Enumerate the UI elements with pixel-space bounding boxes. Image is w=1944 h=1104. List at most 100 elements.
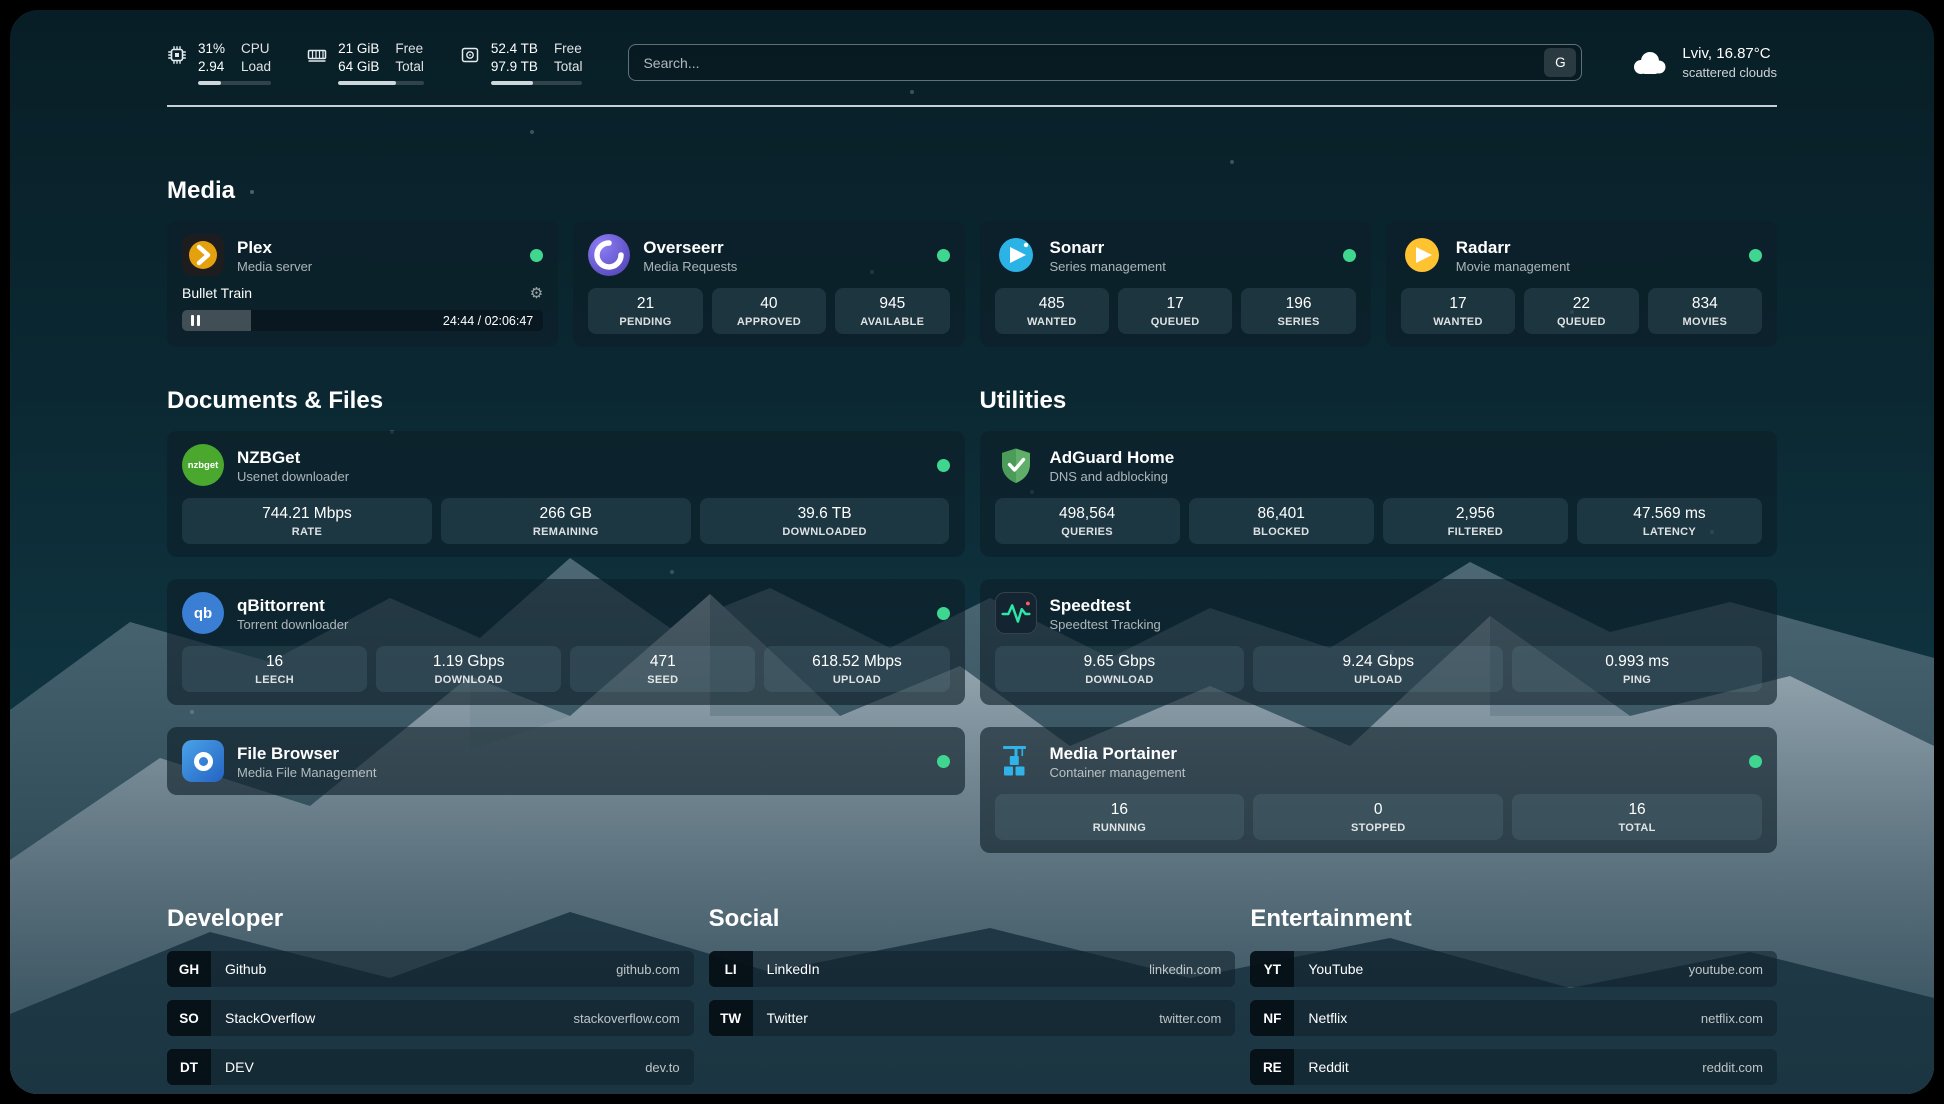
stat-box: 39.6 TB DOWNLOADED (700, 498, 950, 544)
service-card-speedtest[interactable]: Speedtest Speedtest Tracking 9.65 Gbps D… (980, 579, 1778, 705)
stat-value: 744.21 Mbps (186, 505, 428, 523)
pause-icon[interactable] (191, 315, 200, 326)
service-name: AdGuard Home (1050, 447, 1175, 468)
stat-box: 1.19 Gbps DOWNLOAD (376, 646, 561, 692)
stat-label: WANTED (1405, 316, 1511, 328)
bookmark-twitter[interactable]: TW Twitter twitter.com (709, 1000, 1236, 1036)
resource-widgets: 31% CPU 2.94 Load 21 GiB (167, 40, 582, 85)
status-dot (937, 459, 950, 472)
bookmark-abbr: YT (1250, 951, 1294, 987)
stat-value: 9.24 Gbps (1257, 653, 1499, 671)
stat-box: 9.65 Gbps DOWNLOAD (995, 646, 1245, 692)
disk-bar (491, 81, 583, 85)
service-subtitle: Usenet downloader (237, 469, 349, 484)
stat-label: DOWNLOAD (380, 674, 557, 686)
bookmark-github[interactable]: GH Github github.com (167, 951, 694, 987)
bookmark-name: Github (211, 961, 266, 977)
stat-label: QUEUED (1122, 316, 1228, 328)
stat-label: SERIES (1245, 316, 1351, 328)
sonarr-icon (995, 234, 1037, 276)
cpu-label-1: CPU (241, 40, 271, 58)
media-grid: Plex Media server Bullet Train ⚙ 24:44 /… (167, 221, 1777, 347)
service-name: Sonarr (1050, 237, 1166, 258)
service-card-adguard[interactable]: AdGuard Home DNS and adblocking 498,564 … (980, 431, 1778, 557)
bookmark-url: linkedin.com (1149, 962, 1235, 977)
bookmark-dev[interactable]: DT DEV dev.to (167, 1049, 694, 1085)
bookmark-name: StackOverflow (211, 1010, 315, 1026)
service-subtitle: Media File Management (237, 765, 376, 780)
stat-box: 22 QUEUED (1524, 288, 1638, 334)
stat-value: 834 (1652, 295, 1758, 313)
stat-label: BLOCKED (1193, 526, 1370, 538)
stat-label: APPROVED (716, 316, 822, 328)
service-card-radarr[interactable]: Radarr Movie management 17 WANTED 22 QUE… (1386, 221, 1777, 347)
bookmark-stackoverflow[interactable]: SO StackOverflow stackoverflow.com (167, 1000, 694, 1036)
service-subtitle: Movie management (1456, 259, 1570, 274)
bookmark-abbr: RE (1250, 1049, 1294, 1085)
section-title-social: Social (709, 905, 1236, 933)
stat-box: 0 STOPPED (1253, 794, 1503, 840)
service-card-plex[interactable]: Plex Media server Bullet Train ⚙ 24:44 /… (167, 221, 558, 347)
section-title-utilities: Utilities (980, 387, 1778, 415)
service-card-nzbget[interactable]: nzbget NZBGet Usenet downloader 744.21 M… (167, 431, 965, 557)
search-provider-button[interactable]: G (1544, 48, 1576, 77)
service-card-filebrowser[interactable]: File Browser Media File Management (167, 727, 965, 795)
service-card-overseerr[interactable]: Overseerr Media Requests 21 PENDING 40 A… (573, 221, 964, 347)
gear-icon[interactable]: ⚙ (530, 284, 543, 302)
stat-value: 2,956 (1387, 505, 1564, 523)
search-input[interactable] (643, 55, 1544, 71)
section-title-developer: Developer (167, 905, 694, 933)
bookmark-url: youtube.com (1689, 962, 1777, 977)
bookmark-youtube[interactable]: YT YouTube youtube.com (1250, 951, 1777, 987)
bookmark-name: YouTube (1294, 961, 1363, 977)
cpu-percent: 31% (198, 40, 225, 58)
documents-column: Documents & Files nzbget NZBGet Usenet d… (167, 347, 965, 795)
bookmark-linkedin[interactable]: LI LinkedIn linkedin.com (709, 951, 1236, 987)
stat-box: 16 TOTAL (1512, 794, 1762, 840)
bookmark-name: Reddit (1294, 1059, 1348, 1075)
bookmark-url: stackoverflow.com (573, 1011, 693, 1026)
service-subtitle: Media server (237, 259, 312, 274)
memory-bar (338, 81, 424, 85)
stats-row: 485 WANTED 17 QUEUED 196 SERIES (995, 288, 1356, 334)
bookmark-reddit[interactable]: RE Reddit reddit.com (1250, 1049, 1777, 1085)
stat-label: REMAINING (445, 526, 687, 538)
bookmark-name: LinkedIn (753, 961, 820, 977)
stat-value: 21 (592, 295, 698, 313)
stat-value: 86,401 (1193, 505, 1370, 523)
status-dot (937, 249, 950, 262)
service-card-qbittorrent[interactable]: qb qBittorrent Torrent downloader 16 LEE… (167, 579, 965, 705)
stat-label: MOVIES (1652, 316, 1758, 328)
bookmark-url: twitter.com (1159, 1011, 1235, 1026)
plex-icon (182, 234, 224, 276)
stats-row: 21 PENDING 40 APPROVED 945 AVAILABLE (588, 288, 949, 334)
stat-value: 22 (1528, 295, 1634, 313)
status-dot (530, 249, 543, 262)
bookmark-abbr: LI (709, 951, 753, 987)
stat-label: LEECH (186, 674, 363, 686)
service-card-sonarr[interactable]: Sonarr Series management 485 WANTED 17 Q… (980, 221, 1371, 347)
service-subtitle: Series management (1050, 259, 1166, 274)
stat-box: 2,956 FILTERED (1383, 498, 1568, 544)
bookmark-netflix[interactable]: NF Netflix netflix.com (1250, 1000, 1777, 1036)
filebrowser-icon (182, 740, 224, 782)
service-card-portainer[interactable]: Media Portainer Container management 16 … (980, 727, 1778, 853)
stat-value: 1.19 Gbps (380, 653, 557, 671)
stat-value: 0.993 ms (1516, 653, 1758, 671)
service-subtitle: Media Requests (643, 259, 737, 274)
stat-label: DOWNLOADED (704, 526, 946, 538)
stat-label: UPLOAD (768, 674, 945, 686)
stat-box: 16 RUNNING (995, 794, 1245, 840)
radarr-icon (1401, 234, 1443, 276)
bookmark-abbr: NF (1250, 1000, 1294, 1036)
stat-box: 744.21 Mbps RATE (182, 498, 432, 544)
weather-text: Lviv, 16.87°C scattered clouds (1682, 43, 1777, 82)
portainer-icon (995, 740, 1037, 782)
stat-box: 498,564 QUERIES (995, 498, 1180, 544)
stat-box: 21 PENDING (588, 288, 702, 334)
stat-label: DOWNLOAD (999, 674, 1241, 686)
stat-label: FILTERED (1387, 526, 1564, 538)
stat-box: 9.24 Gbps UPLOAD (1253, 646, 1503, 692)
stat-box: 40 APPROVED (712, 288, 826, 334)
playback-progress-bar[interactable]: 24:44 / 02:06:47 (182, 310, 543, 331)
